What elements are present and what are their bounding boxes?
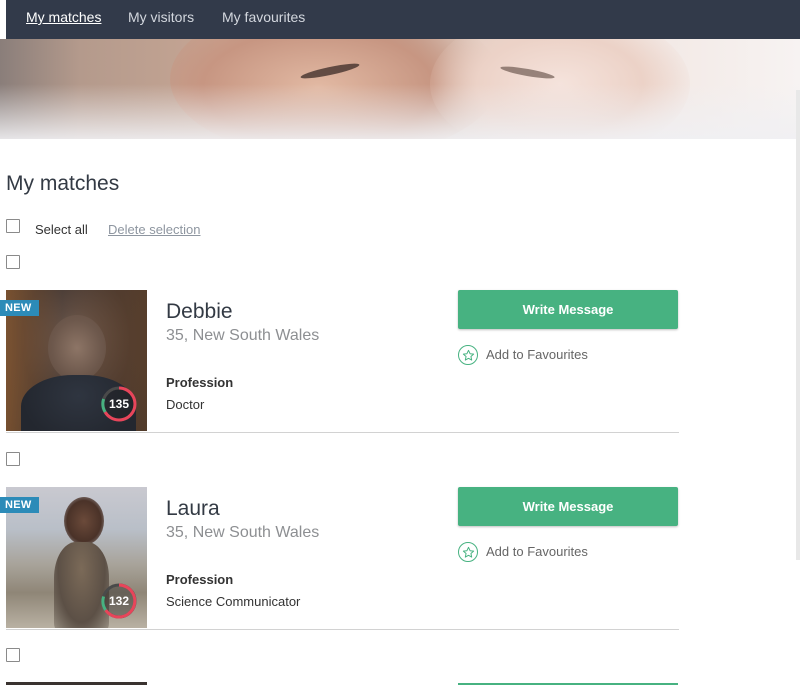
star-icon xyxy=(458,542,478,562)
nav-tab-my-visitors[interactable]: My visitors xyxy=(128,9,194,25)
match-card-debbie: NEW 135 Debbie 35, New South Wales Profe… xyxy=(0,290,679,433)
match-age-location: 35, New South Wales xyxy=(166,524,320,541)
match-score-ring: 135 xyxy=(101,386,137,422)
match-name[interactable]: Laura xyxy=(166,497,220,521)
match-checkbox[interactable] xyxy=(6,452,20,466)
new-badge: NEW xyxy=(0,300,39,316)
add-to-favourites-label: Add to Favourites xyxy=(486,347,588,362)
scrollbar-edge xyxy=(796,90,800,560)
match-score-value: 132 xyxy=(108,594,130,608)
match-card-laura: NEW 132 Laura 35, New South Wales Profes… xyxy=(0,487,679,630)
match-checkbox[interactable] xyxy=(6,255,20,269)
star-icon xyxy=(458,345,478,365)
match-score-ring: 132 xyxy=(101,583,137,619)
add-to-favourites-label: Add to Favourites xyxy=(486,544,588,559)
select-all-checkbox[interactable] xyxy=(6,219,20,233)
profession-value: Science Communicator xyxy=(166,594,301,609)
write-message-button[interactable]: Write Message xyxy=(458,290,678,329)
match-name[interactable]: Debbie xyxy=(166,300,233,324)
profession-value: Doctor xyxy=(166,397,205,412)
match-age-location: 35, New South Wales xyxy=(166,327,320,344)
new-badge: NEW xyxy=(0,497,39,513)
profession-label: Profession xyxy=(166,572,234,587)
match-score-value: 135 xyxy=(108,397,130,411)
page-title: My matches xyxy=(6,172,120,195)
delete-selection-link[interactable]: Delete selection xyxy=(108,222,201,237)
write-message-button[interactable]: Write Message xyxy=(458,487,678,526)
hero-banner-image xyxy=(0,39,800,139)
nav-tab-my-matches[interactable]: My matches xyxy=(26,9,101,25)
profession-label: Profession xyxy=(166,375,234,390)
select-all-label[interactable]: Select all xyxy=(35,222,88,237)
match-checkbox[interactable] xyxy=(6,648,20,662)
nav-tab-my-favourites[interactable]: My favourites xyxy=(222,9,305,25)
top-navigation: My matches My visitors My favourites xyxy=(6,0,800,39)
